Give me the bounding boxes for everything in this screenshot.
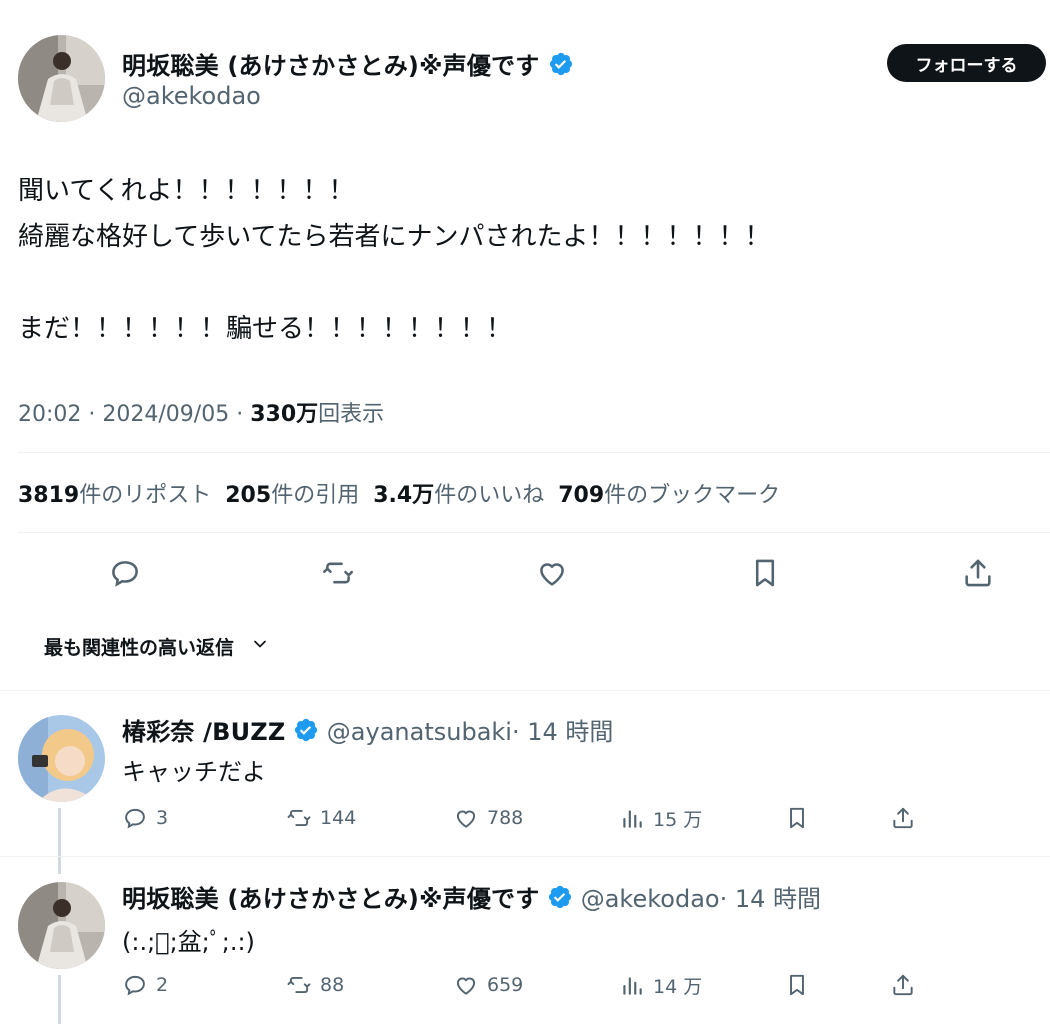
reply-like-button[interactable]: 659 [453,970,523,1000]
likes-count: 3.4万 [373,483,435,508]
divider [18,532,1050,533]
views-count: 15 万 [653,808,703,831]
reply-count: 3 [156,807,169,829]
meta-separator: · [88,402,96,427]
like-icon [456,977,476,995]
author-display-name[interactable]: 明坂聡美 (あけさかさとみ)※声優です [122,52,539,80]
quotes-stat[interactable]: 205件の引用 [225,483,359,508]
reply-views-button[interactable]: 14 万 [619,970,702,1000]
share-icon[interactable] [961,556,995,590]
author-name[interactable]: 明坂聡美 (あけさかさとみ)※声優です [122,46,574,83]
like-count: 788 [487,807,524,829]
reply-count: 2 [156,974,169,996]
thread-line [58,808,61,874]
reposts-stat[interactable]: 3819件のリポスト [18,483,211,508]
tweet-line: まだ！！！！！！騙せる！！！！！！！！ [18,314,513,344]
tweet-stats: 3819件のリポスト 205件の引用 3.4万件のいいね 709件のブックマーク [18,477,780,509]
repost-count: 144 [320,807,357,829]
bookmark-icon [790,974,804,996]
tweet-line [18,260,770,306]
bookmarks-stat[interactable]: 709件のブックマーク [558,483,780,508]
reply-icon [125,975,145,996]
reply-header: 椿彩奈 /BUZZ @ayanatsubaki· 14 時間 [122,712,613,749]
repost-icon [287,809,311,827]
reply-text: (:.;ﾟ;盆;ﾟ;.:) [122,928,255,956]
follow-button[interactable]: フォローする [887,44,1046,82]
verified-badge-icon [293,717,319,749]
reply-share-button[interactable] [890,803,924,833]
verified-badge-icon [548,51,574,83]
divider [18,452,1050,453]
bookmarks-count: 709 [558,483,605,508]
reply-like-button[interactable]: 788 [453,803,523,833]
like-icon [456,810,476,828]
reply-sort-dropdown[interactable]: 最も関連性の高い返信 [44,633,270,660]
reply-views-button[interactable]: 15 万 [619,803,702,833]
reply-text: キャッチだよ [122,758,266,786]
tweet-line: 聞いてくれよ！！！！！！！ [18,176,355,206]
tweet-text: 聞いてくれよ！！！！！！！ 綺麗な格好して歩いてたら若者にナンパされたよ！！！！… [18,168,770,352]
repost-icon[interactable] [321,556,355,590]
divider [0,856,1050,857]
views-count: 330万 [250,402,319,427]
reply-display-name[interactable]: 椿彩奈 /BUZZ [122,718,286,746]
tweet-line: 綺麗な格好して歩いてたら若者にナンパされたよ！！！！！！！ [18,222,771,252]
reply-handle[interactable]: @ayanatsubaki [327,718,512,746]
thread-line [58,975,61,1024]
reply-repost-button[interactable]: 88 [286,970,344,1000]
verified-badge-icon [547,884,573,916]
reply-reply-button[interactable]: 2 [122,970,168,1000]
like-count: 659 [487,974,524,996]
quotes-label: 件の引用 [271,483,360,508]
divider [0,690,1050,691]
analytics-icon [623,977,642,995]
repost-count: 88 [320,974,345,996]
reposts-label: 件のリポスト [79,483,212,508]
bookmark-icon [790,807,804,829]
author-handle[interactable]: @akekodao [122,82,261,110]
reply-icon[interactable] [108,556,142,590]
share-icon [893,974,913,996]
reply-time[interactable]: · 14 時間 [720,885,821,913]
reply-avatar[interactable] [18,882,105,969]
tweet-date[interactable]: 2024/09/05 [102,402,229,427]
reply-icon [125,808,145,829]
repost-icon [287,976,311,994]
reply-header: 明坂聡美 (あけさかさとみ)※声優です @akekodao· 14 時間 [122,879,821,916]
reply-time[interactable]: · 14 時間 [512,718,613,746]
views-label: 回表示 [318,402,385,427]
reply-avatar[interactable] [18,715,105,802]
views-count: 14 万 [653,975,703,998]
reply-bookmark-button[interactable] [784,970,818,1000]
reply-share-button[interactable] [890,970,924,1000]
reply-handle[interactable]: @akekodao [581,885,720,913]
reply-bookmark-button[interactable] [784,803,818,833]
author-avatar[interactable] [18,35,105,122]
reply-sort-label: 最も関連性の高い返信 [44,637,235,659]
tweet-time[interactable]: 20:02 [18,402,81,427]
analytics-icon [623,810,642,828]
share-icon [893,807,913,829]
likes-stat[interactable]: 3.4万件のいいね [373,483,544,508]
quotes-count: 205 [225,483,272,508]
meta-separator: · [236,402,244,427]
reposts-count: 3819 [18,483,80,508]
tweet-meta: 20:02 · 2024/09/05 · 330万回表示 [18,396,384,428]
reply-repost-button[interactable]: 144 [286,803,356,833]
like-icon[interactable] [535,556,569,590]
bookmarks-label: 件のブックマーク [604,483,781,508]
chevron-down-icon [250,634,270,659]
reply-display-name[interactable]: 明坂聡美 (あけさかさとみ)※声優です [122,885,539,913]
bookmark-icon[interactable] [748,556,782,590]
reply-reply-button[interactable]: 3 [122,803,168,833]
likes-label: 件のいいね [434,483,545,508]
